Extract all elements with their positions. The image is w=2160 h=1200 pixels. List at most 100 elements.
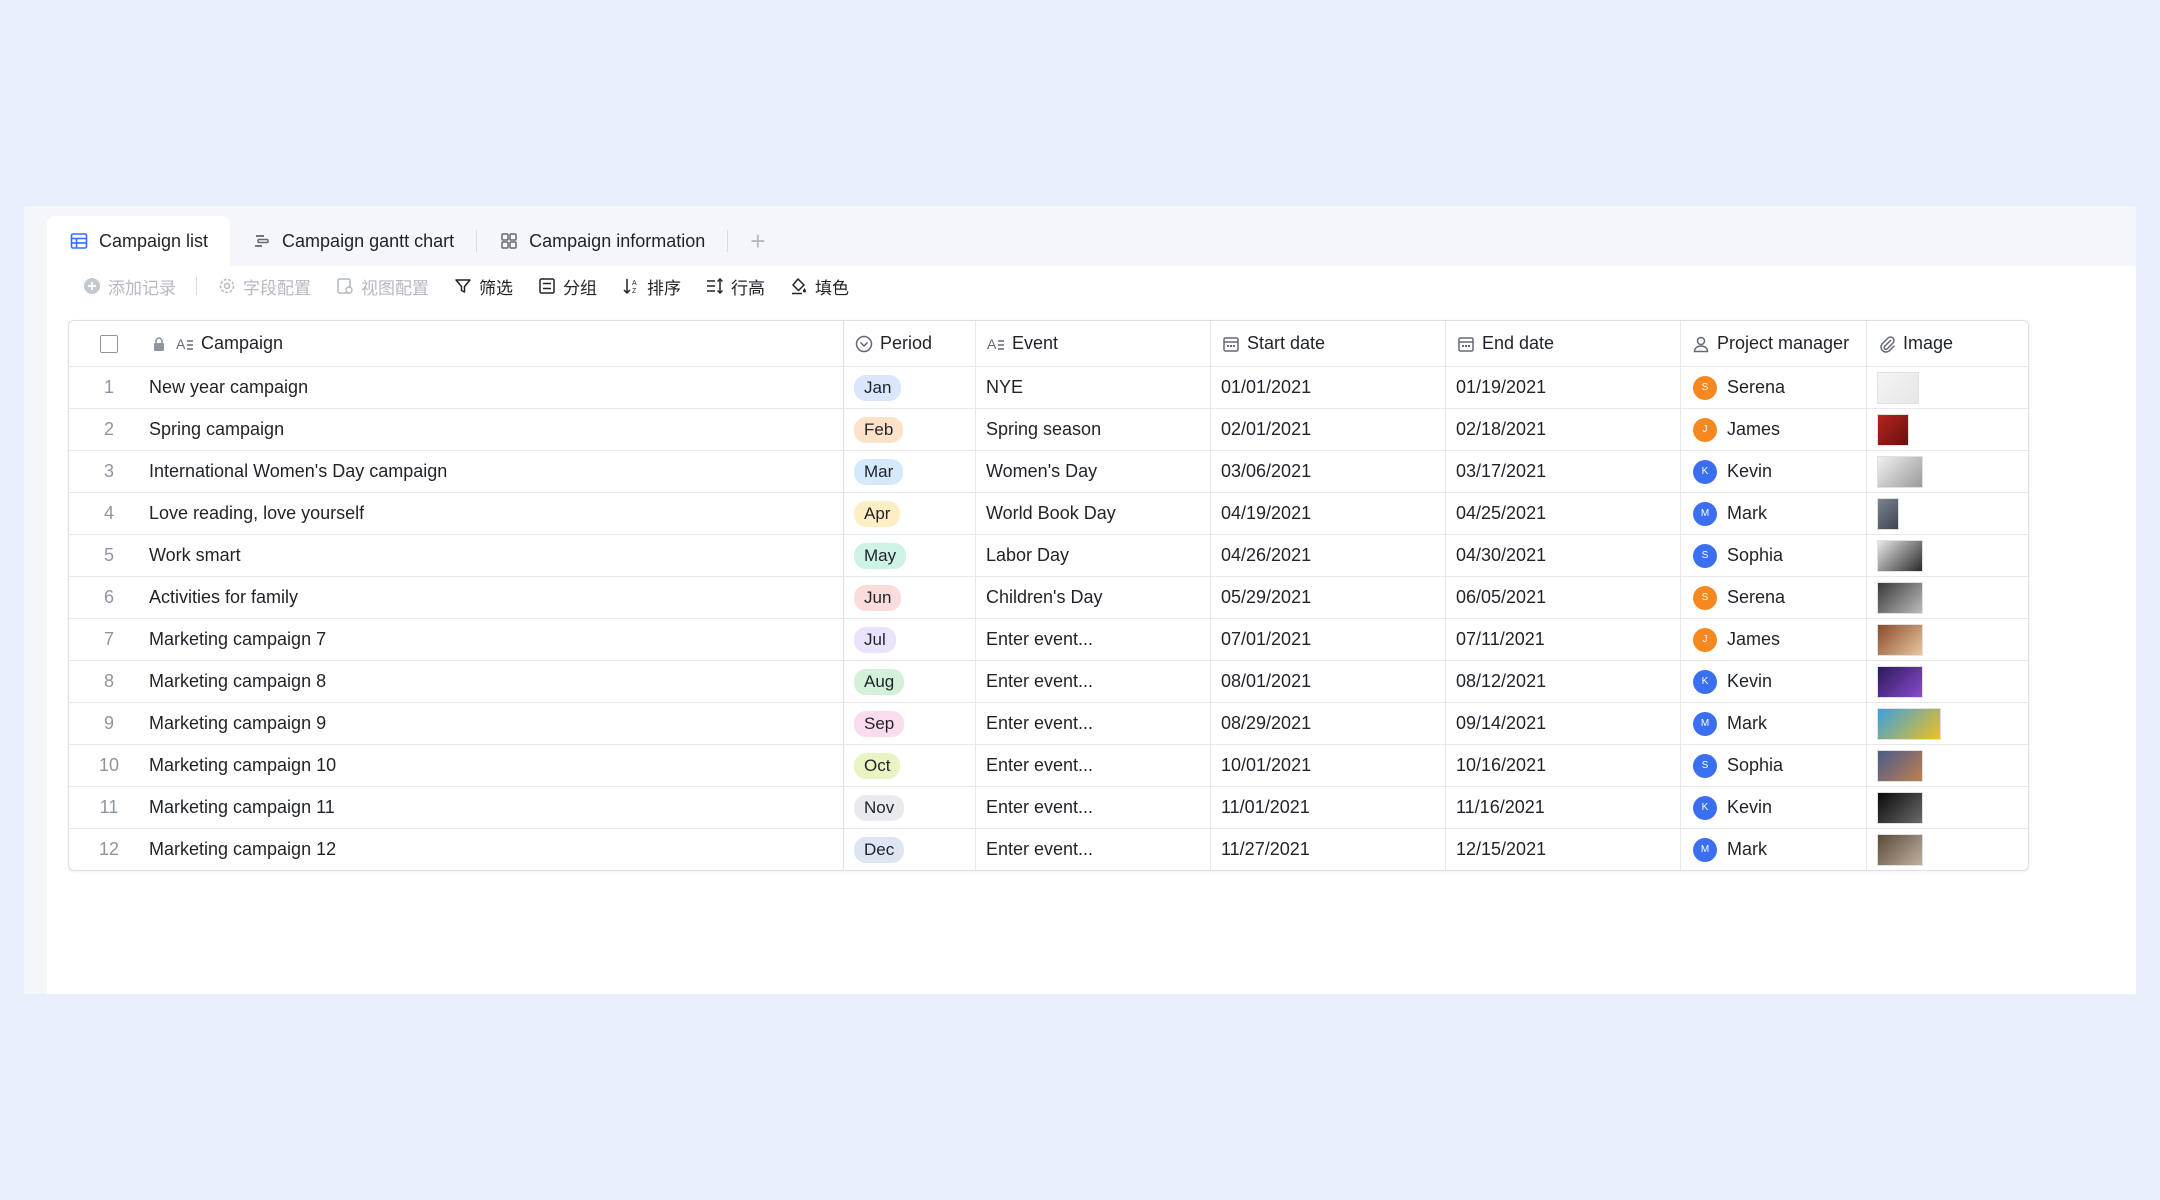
cell-event[interactable]: Labor Day xyxy=(975,534,1211,577)
cell-period[interactable]: Apr xyxy=(843,492,976,535)
cell-project-manager[interactable]: M Mark xyxy=(1680,828,1867,870)
column-header-project-manager[interactable]: Project manager xyxy=(1680,321,1867,367)
cell-start-date[interactable]: 02/01/2021 xyxy=(1210,408,1446,451)
cell-image[interactable] xyxy=(1866,618,2028,661)
select-all-checkbox[interactable] xyxy=(100,335,118,354)
cell-event[interactable]: NYE xyxy=(975,366,1211,409)
cell-campaign[interactable]: International Women's Day campaign xyxy=(149,450,844,493)
cell-period[interactable]: Jul xyxy=(843,618,976,661)
cell-image[interactable] xyxy=(1867,829,2029,871)
filter-button[interactable]: 筛选 xyxy=(443,269,523,303)
image-thumbnail[interactable] xyxy=(1877,371,1919,404)
column-header-event[interactable]: A Event xyxy=(975,321,1211,367)
table-row[interactable]: 5 Work smart May Labor Day 04/26/2021 04… xyxy=(69,534,2028,577)
table-row[interactable]: 2 Spring campaign Feb Spring season 02/0… xyxy=(69,408,2028,451)
image-thumbnail[interactable] xyxy=(1877,497,1899,530)
cell-event[interactable]: World Book Day xyxy=(975,492,1211,535)
cell-image[interactable] xyxy=(1866,576,2028,619)
add-record-button[interactable]: 添加记录 xyxy=(72,269,186,303)
cell-event[interactable]: Enter event... xyxy=(975,786,1211,829)
table-row[interactable]: 4 Love reading, love yourself Apr World … xyxy=(69,492,2028,535)
image-thumbnail[interactable] xyxy=(1877,413,1909,446)
cell-image[interactable] xyxy=(1866,408,2028,451)
image-thumbnail[interactable] xyxy=(1877,707,1941,740)
cell-start-date[interactable]: 10/01/2021 xyxy=(1210,744,1446,787)
cell-period[interactable]: Jun xyxy=(843,576,976,619)
image-thumbnail[interactable] xyxy=(1877,539,1923,572)
add-view-button[interactable]: + xyxy=(728,216,787,266)
cell-project-manager[interactable]: K Kevin xyxy=(1680,660,1867,703)
cell-start-date[interactable]: 05/29/2021 xyxy=(1210,576,1446,619)
image-thumbnail[interactable] xyxy=(1877,455,1923,488)
cell-campaign[interactable]: Marketing campaign 12 xyxy=(149,828,844,870)
cell-end-date[interactable]: 09/14/2021 xyxy=(1445,702,1681,745)
cell-end-date[interactable]: 10/16/2021 xyxy=(1445,744,1681,787)
cell-project-manager[interactable]: M Mark xyxy=(1680,492,1867,535)
cell-campaign[interactable]: Activities for family xyxy=(149,576,844,619)
cell-period[interactable]: Nov xyxy=(843,786,976,829)
select-all-header[interactable] xyxy=(69,321,149,367)
cell-project-manager[interactable]: K Kevin xyxy=(1680,786,1867,829)
column-header-period[interactable]: Period xyxy=(843,321,976,367)
cell-image[interactable] xyxy=(1866,702,2028,745)
view-config-button[interactable]: 视图配置 xyxy=(325,269,439,303)
cell-period[interactable]: Mar xyxy=(843,450,976,493)
cell-project-manager[interactable]: S Serena xyxy=(1680,366,1867,409)
cell-period[interactable]: Aug xyxy=(843,660,976,703)
column-header-start-date[interactable]: Start date xyxy=(1210,321,1446,367)
cell-event[interactable]: Enter event... xyxy=(975,828,1211,870)
cell-campaign[interactable]: Marketing campaign 8 xyxy=(149,660,844,703)
table-row[interactable]: 9 Marketing campaign 9 Sep Enter event..… xyxy=(69,702,2028,745)
image-thumbnail[interactable] xyxy=(1877,833,1923,866)
tab-campaign-information[interactable]: Campaign information xyxy=(477,216,727,266)
cell-project-manager[interactable]: S Serena xyxy=(1680,576,1867,619)
cell-start-date[interactable]: 04/26/2021 xyxy=(1210,534,1446,577)
table-row[interactable]: 1 New year campaign Jan NYE 01/01/2021 0… xyxy=(69,366,2028,409)
table-row[interactable]: 10 Marketing campaign 10 Oct Enter event… xyxy=(69,744,2028,787)
cell-image[interactable] xyxy=(1866,366,2028,409)
cell-campaign[interactable]: Marketing campaign 10 xyxy=(149,744,844,787)
fill-color-button[interactable]: 填色 xyxy=(779,269,859,303)
row-height-button[interactable]: 行高 xyxy=(695,269,775,303)
cell-start-date[interactable]: 01/01/2021 xyxy=(1210,366,1446,409)
table-row[interactable]: 3 International Women's Day campaign Mar… xyxy=(69,450,2028,493)
cell-start-date[interactable]: 03/06/2021 xyxy=(1210,450,1446,493)
image-thumbnail[interactable] xyxy=(1877,623,1923,656)
cell-period[interactable]: Feb xyxy=(843,408,976,451)
cell-start-date[interactable]: 04/19/2021 xyxy=(1210,492,1446,535)
image-thumbnail[interactable] xyxy=(1877,791,1923,824)
cell-image[interactable] xyxy=(1866,492,2028,535)
cell-end-date[interactable]: 11/16/2021 xyxy=(1445,786,1681,829)
cell-campaign[interactable]: Marketing campaign 7 xyxy=(149,618,844,661)
cell-end-date[interactable]: 03/17/2021 xyxy=(1445,450,1681,493)
cell-event[interactable]: Enter event... xyxy=(975,702,1211,745)
cell-event[interactable]: Enter event... xyxy=(975,660,1211,703)
cell-project-manager[interactable]: J James xyxy=(1680,618,1867,661)
cell-event[interactable]: Enter event... xyxy=(975,618,1211,661)
cell-campaign[interactable]: Spring campaign xyxy=(149,408,844,451)
table-row[interactable]: 6 Activities for family Jun Children's D… xyxy=(69,576,2028,619)
cell-campaign[interactable]: Love reading, love yourself xyxy=(149,492,844,535)
image-thumbnail[interactable] xyxy=(1877,665,1923,698)
cell-event[interactable]: Women's Day xyxy=(975,450,1211,493)
column-header-campaign[interactable]: A Campaign xyxy=(149,321,844,367)
column-header-end-date[interactable]: End date xyxy=(1445,321,1681,367)
cell-image[interactable] xyxy=(1866,786,2028,829)
cell-project-manager[interactable]: S Sophia xyxy=(1680,744,1867,787)
field-config-button[interactable]: 字段配置 xyxy=(207,269,321,303)
image-thumbnail[interactable] xyxy=(1877,749,1923,782)
cell-end-date[interactable]: 04/30/2021 xyxy=(1445,534,1681,577)
cell-image[interactable] xyxy=(1866,660,2028,703)
cell-period[interactable]: Sep xyxy=(843,702,976,745)
cell-period[interactable]: Jan xyxy=(843,366,976,409)
cell-project-manager[interactable]: J James xyxy=(1680,408,1867,451)
tab-campaign-list[interactable]: Campaign list xyxy=(47,216,231,266)
cell-event[interactable]: Spring season xyxy=(975,408,1211,451)
group-button[interactable]: 分组 xyxy=(527,269,607,303)
cell-campaign[interactable]: Marketing campaign 9 xyxy=(149,702,844,745)
cell-end-date[interactable]: 12/15/2021 xyxy=(1445,828,1681,870)
table-row[interactable]: 7 Marketing campaign 7 Jul Enter event..… xyxy=(69,618,2028,661)
cell-period[interactable]: Dec xyxy=(843,828,976,870)
cell-campaign[interactable]: Work smart xyxy=(149,534,844,577)
cell-end-date[interactable]: 04/25/2021 xyxy=(1445,492,1681,535)
